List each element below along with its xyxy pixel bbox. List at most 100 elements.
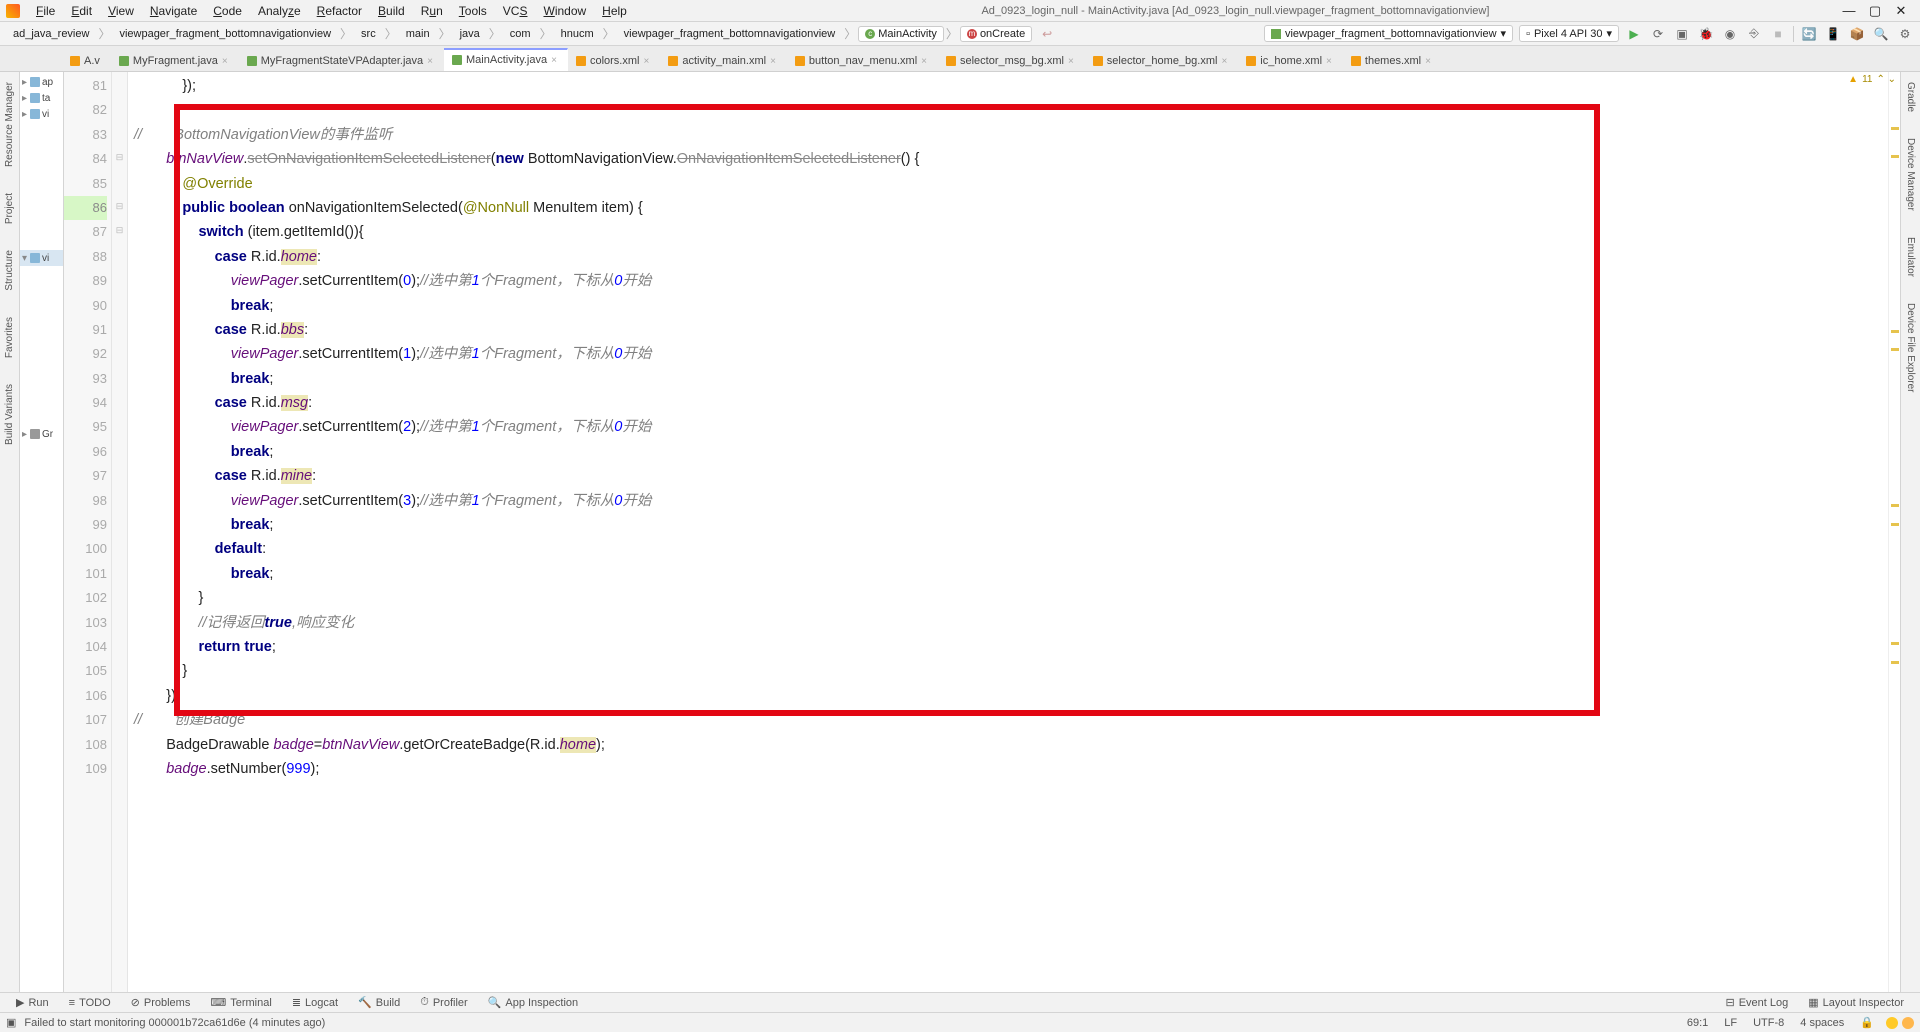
- settings-icon[interactable]: ⚙: [1896, 25, 1914, 43]
- menu-build[interactable]: Build: [370, 4, 413, 18]
- tool-favorites[interactable]: Favorites: [4, 313, 15, 362]
- btab-run[interactable]: ▶ Run: [6, 996, 59, 1009]
- warning-icon: ▲: [1848, 74, 1858, 85]
- btab-terminal[interactable]: ⌨ Terminal: [200, 996, 281, 1009]
- menu-refactor[interactable]: Refactor: [309, 4, 370, 18]
- menu-help[interactable]: Help: [594, 4, 635, 18]
- tool-device-manager[interactable]: Device Manager: [1905, 134, 1916, 215]
- tab-selector-home[interactable]: selector_home_bg.xml×: [1085, 51, 1239, 71]
- inspection-face-icon[interactable]: [1886, 1017, 1898, 1029]
- run-config-combo[interactable]: viewpager_fragment_bottomnavigationview …: [1264, 25, 1513, 42]
- debug-icon[interactable]: 🐞: [1697, 25, 1715, 43]
- crumb-class[interactable]: cMainActivity: [858, 26, 944, 42]
- bottom-tool-bar: ▶ Run ≡ TODO ⊘ Problems ⌨ Terminal ≣ Log…: [0, 992, 1920, 1012]
- line-ending[interactable]: LF: [1716, 1017, 1745, 1029]
- crumb-hnucm[interactable]: hnucm: [554, 26, 601, 42]
- btab-build[interactable]: 🔨 Build: [348, 996, 410, 1009]
- close-icon[interactable]: ×: [427, 56, 433, 67]
- btab-layout-inspector[interactable]: ▦ Layout Inspector: [1798, 996, 1914, 1009]
- menu-code[interactable]: Code: [205, 4, 250, 18]
- indent[interactable]: 4 spaces: [1792, 1017, 1852, 1029]
- close-icon[interactable]: ×: [643, 56, 649, 67]
- menu-view[interactable]: View: [100, 4, 142, 18]
- tool-device-file-explorer[interactable]: Device File Explorer: [1905, 299, 1916, 396]
- menu-edit[interactable]: Edit: [63, 4, 100, 18]
- tab-av[interactable]: A.v: [62, 51, 111, 71]
- menu-file[interactable]: File: [28, 4, 63, 18]
- crumb-method[interactable]: monCreate: [960, 26, 1032, 42]
- tool-resource-manager[interactable]: Resource Manager: [4, 78, 15, 171]
- crumb-src[interactable]: src: [354, 26, 383, 42]
- coverage-icon[interactable]: ▣: [1673, 25, 1691, 43]
- breadcrumb: ad_java_review〉 viewpager_fragment_botto…: [6, 25, 1032, 42]
- crumb-java[interactable]: java: [453, 26, 487, 42]
- close-icon[interactable]: ×: [1068, 56, 1074, 67]
- code-editor[interactable]: 8182838485868788899091929394959697989910…: [64, 72, 1900, 992]
- marker-strip[interactable]: [1888, 72, 1900, 992]
- close-icon[interactable]: ×: [551, 55, 557, 66]
- tab-colors[interactable]: colors.xml×: [568, 51, 660, 71]
- run-icon[interactable]: ▶: [1625, 25, 1643, 43]
- line-gutter: 8182838485868788899091929394959697989910…: [64, 72, 112, 992]
- tab-activity-main[interactable]: activity_main.xml×: [660, 51, 787, 71]
- sync-icon[interactable]: 🔄: [1800, 25, 1818, 43]
- tab-myfragment[interactable]: MyFragment.java×: [111, 51, 239, 71]
- menu-tools[interactable]: Tools: [451, 4, 495, 18]
- maximize-button[interactable]: ▢: [1862, 3, 1888, 19]
- tool-gradle[interactable]: Gradle: [1905, 78, 1916, 116]
- caret-position[interactable]: 69:1: [1679, 1017, 1716, 1029]
- debug-run-icon[interactable]: ⟳: [1649, 25, 1667, 43]
- sdk-icon[interactable]: 📦: [1848, 25, 1866, 43]
- menu-run[interactable]: Run: [413, 4, 451, 18]
- nav-back-icon[interactable]: ↩: [1038, 25, 1056, 43]
- crumb-com[interactable]: com: [503, 26, 538, 42]
- profile-icon[interactable]: ◉: [1721, 25, 1739, 43]
- close-icon[interactable]: ×: [770, 56, 776, 67]
- btab-event-log[interactable]: ⊟ Event Log: [1715, 996, 1798, 1009]
- menu-window[interactable]: Window: [535, 4, 594, 18]
- crumb-pkg[interactable]: viewpager_fragment_bottomnavigationview: [617, 26, 843, 42]
- btab-logcat[interactable]: ≣ Logcat: [282, 996, 348, 1009]
- readonly-icon[interactable]: 🔒: [1852, 1016, 1882, 1029]
- menu-navigate[interactable]: Navigate: [142, 4, 205, 18]
- project-tree[interactable]: ▸ap ▸ta ▸vi ▾vi ▸Gr: [20, 72, 64, 992]
- close-icon[interactable]: ×: [1326, 56, 1332, 67]
- inspection-summary[interactable]: ▲ 11 ⌃ ⌄: [1848, 74, 1896, 85]
- avd-icon[interactable]: 📱: [1824, 25, 1842, 43]
- tab-themes[interactable]: themes.xml×: [1343, 51, 1442, 71]
- encoding[interactable]: UTF-8: [1745, 1017, 1792, 1029]
- crumb-root[interactable]: ad_java_review: [6, 26, 96, 42]
- close-window-button[interactable]: ✕: [1888, 3, 1914, 19]
- crumb-main[interactable]: main: [399, 26, 437, 42]
- tool-build-variants[interactable]: Build Variants: [4, 380, 15, 449]
- device-combo[interactable]: ▫Pixel 4 API 30 ▾: [1519, 25, 1619, 42]
- inspection-face2-icon[interactable]: [1902, 1017, 1914, 1029]
- close-icon[interactable]: ×: [1221, 56, 1227, 67]
- tab-ic-home[interactable]: ic_home.xml×: [1238, 51, 1343, 71]
- btab-app-inspection[interactable]: 🔍 App Inspection: [478, 996, 588, 1009]
- status-bar: ▣ Failed to start monitoring 000001b72ca…: [0, 1012, 1920, 1032]
- tab-adapter[interactable]: MyFragmentStateVPAdapter.java×: [239, 51, 444, 71]
- attach-icon[interactable]: ⎆: [1745, 25, 1763, 43]
- btab-profiler[interactable]: ⏱ Profiler: [410, 996, 477, 1009]
- fold-column[interactable]: ⊟⊟⊟: [112, 72, 128, 992]
- tool-structure[interactable]: Structure: [4, 246, 15, 295]
- tab-button-nav[interactable]: button_nav_menu.xml×: [787, 51, 938, 71]
- window-title: Ad_0923_login_null - MainActivity.java […: [635, 5, 1836, 17]
- crumb-module[interactable]: viewpager_fragment_bottomnavigationview: [112, 26, 338, 42]
- menu-analyze[interactable]: Analyze: [250, 4, 309, 18]
- stop-icon[interactable]: ■: [1769, 25, 1787, 43]
- search-icon[interactable]: 🔍: [1872, 25, 1890, 43]
- minimize-button[interactable]: —: [1836, 3, 1862, 18]
- close-icon[interactable]: ×: [1425, 56, 1431, 67]
- close-icon[interactable]: ×: [921, 56, 927, 67]
- tab-mainactivity[interactable]: MainActivity.java×: [444, 48, 568, 71]
- btab-todo[interactable]: ≡ TODO: [59, 997, 121, 1009]
- code-area[interactable]: }); // BottomNavigationView的事件监听 btnNavV…: [128, 72, 1888, 992]
- tool-emulator[interactable]: Emulator: [1905, 233, 1916, 281]
- close-icon[interactable]: ×: [222, 56, 228, 67]
- tool-project[interactable]: Project: [4, 189, 15, 228]
- tab-selector-msg[interactable]: selector_msg_bg.xml×: [938, 51, 1085, 71]
- menu-vcs[interactable]: VCS: [495, 4, 536, 18]
- btab-problems[interactable]: ⊘ Problems: [121, 996, 201, 1009]
